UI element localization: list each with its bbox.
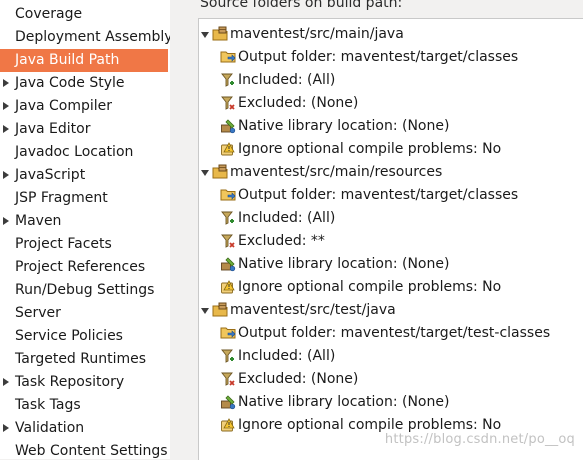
- sidebar-item-label: Deployment Assembly: [15, 29, 170, 45]
- native-library-icon: [220, 394, 236, 410]
- sidebar-item-label: JavaScript: [15, 167, 86, 183]
- sidebar-item-run-debug-settings[interactable]: Run/Debug Settings: [0, 279, 168, 302]
- watermark-text: https://blog.csdn.net/po__oq: [384, 432, 575, 447]
- sidebar-item-label: Java Build Path: [15, 52, 120, 68]
- attribute-text: Excluded: **: [238, 233, 325, 249]
- attribute-text: Included: (All): [238, 72, 336, 88]
- package-folder-icon: [212, 26, 228, 42]
- properties-sidebar: Coverage Deployment Assembly Java Build Pa…: [0, 0, 170, 459]
- expand-arrow-icon[interactable]: [3, 102, 9, 110]
- native-library-icon: [220, 256, 236, 272]
- output-folder-icon: [220, 187, 236, 203]
- sidebar-item-project-references[interactable]: Project References: [0, 256, 168, 279]
- attribute-text: Ignore optional compile problems: No: [238, 141, 502, 157]
- sidebar-item-label: Java Editor: [15, 121, 91, 137]
- attribute-text: Ignore optional compile problems: No: [238, 279, 502, 295]
- output-folder-icon: [220, 49, 236, 65]
- ignore-problems-icon: [220, 417, 236, 433]
- sidebar-item-label: JSP Fragment: [15, 190, 108, 206]
- output-folder-icon: [220, 325, 236, 341]
- source-folders-tree[interactable]: maventest/src/main/java Output folder: ma…: [198, 18, 583, 460]
- sidebar-item-java-build-path[interactable]: Java Build Path: [0, 49, 168, 72]
- sidebar-item-targeted-runtimes[interactable]: Targeted Runtimes: [0, 348, 168, 371]
- native-library-icon: [220, 118, 236, 134]
- included-filter-icon: [220, 72, 236, 88]
- sidebar-item-java-code-style[interactable]: Java Code Style: [0, 72, 168, 95]
- sidebar-item-coverage[interactable]: Coverage: [0, 3, 168, 26]
- attribute-text: Native library location: (None): [238, 394, 450, 410]
- expand-arrow-icon[interactable]: [3, 217, 9, 225]
- sidebar-item-validation[interactable]: Validation: [0, 417, 168, 440]
- sidebar-item-label: Coverage: [15, 6, 83, 22]
- sidebar-item-label: Java Code Style: [15, 75, 125, 91]
- sidebar-item-server[interactable]: Server: [0, 302, 168, 325]
- package-folder-icon: [212, 164, 228, 180]
- attribute-text: Output folder: maventest/target/classes: [238, 49, 519, 65]
- sidebar-item-label: Java Compiler: [15, 98, 113, 114]
- included-filter-icon: [220, 210, 236, 226]
- build-path-panel: Source folders on build path: maventest/…: [178, 0, 583, 460]
- sidebar-item-label: Server: [15, 305, 61, 321]
- attribute-text: Included: (All): [238, 210, 336, 226]
- sidebar-item-maven[interactable]: Maven: [0, 210, 168, 233]
- sidebar-item-task-tags[interactable]: Task Tags: [0, 394, 168, 417]
- sidebar-item-java-editor[interactable]: Java Editor: [0, 118, 168, 141]
- collapse-arrow-icon[interactable]: [201, 32, 209, 38]
- sidebar-item-web-content-settings[interactable]: Web Content Settings: [0, 440, 168, 459]
- sidebar-item-label: Service Policies: [15, 328, 123, 344]
- sidebar-item-javadoc-location[interactable]: Javadoc Location: [0, 141, 168, 164]
- attribute-text: Output folder: maventest/target/classes: [238, 187, 519, 203]
- expand-arrow-icon[interactable]: [3, 378, 9, 386]
- sidebar-item-label: Run/Debug Settings: [15, 282, 155, 298]
- expand-arrow-icon[interactable]: [3, 79, 9, 87]
- sidebar-item-label: Task Repository: [15, 374, 125, 390]
- attribute-text: Native library location: (None): [238, 118, 450, 134]
- sidebar-item-label: Web Content Settings: [15, 443, 168, 459]
- attribute-text: Output folder: maventest/target/test-cla…: [238, 325, 551, 341]
- excluded-filter-icon: [220, 233, 236, 249]
- sidebar-item-label: Javadoc Location: [15, 144, 134, 160]
- excluded-filter-icon: [220, 95, 236, 111]
- ignore-problems-icon: [220, 279, 236, 295]
- included-filter-icon: [220, 348, 236, 364]
- sidebar-item-project-facets[interactable]: Project Facets: [0, 233, 168, 256]
- sidebar-item-java-compiler[interactable]: Java Compiler: [0, 95, 168, 118]
- ignore-problems-icon: [220, 141, 236, 157]
- expand-arrow-icon[interactable]: [3, 424, 9, 432]
- collapse-arrow-icon[interactable]: [201, 170, 209, 176]
- sidebar-item-deployment-assembly[interactable]: Deployment Assembly: [0, 26, 170, 49]
- attribute-text: Excluded: (None): [238, 371, 359, 387]
- expand-arrow-icon[interactable]: [3, 171, 9, 179]
- sidebar-item-label: Targeted Runtimes: [15, 351, 147, 367]
- collapse-arrow-icon[interactable]: [201, 308, 209, 314]
- source-folder-name: maventest/src/main/java: [230, 26, 404, 42]
- sidebar-item-label: Validation: [15, 420, 85, 436]
- attribute-text: Excluded: (None): [238, 95, 359, 111]
- sidebar-item-task-repository[interactable]: Task Repository: [0, 371, 168, 394]
- attribute-text: Included: (All): [238, 348, 336, 364]
- sidebar-item-label: Project Facets: [15, 236, 112, 252]
- package-folder-icon: [212, 302, 228, 318]
- sidebar-item-label: Task Tags: [15, 397, 81, 413]
- attribute-text: Native library location: (None): [238, 256, 450, 272]
- excluded-filter-icon: [220, 371, 236, 387]
- sidebar-item-label: Maven: [15, 213, 62, 229]
- sidebar-item-javascript[interactable]: JavaScript: [0, 164, 168, 187]
- expand-arrow-icon[interactable]: [3, 125, 9, 133]
- source-folders-label: Source folders on build path:: [200, 0, 403, 11]
- sash-splitter[interactable]: [170, 0, 178, 459]
- sidebar-item-service-policies[interactable]: Service Policies: [0, 325, 168, 348]
- source-folder-name: maventest/src/test/java: [230, 302, 396, 318]
- sidebar-item-jsp-fragment[interactable]: JSP Fragment: [0, 187, 168, 210]
- source-folder-name: maventest/src/main/resources: [230, 164, 443, 180]
- sidebar-item-label: Project References: [15, 259, 146, 275]
